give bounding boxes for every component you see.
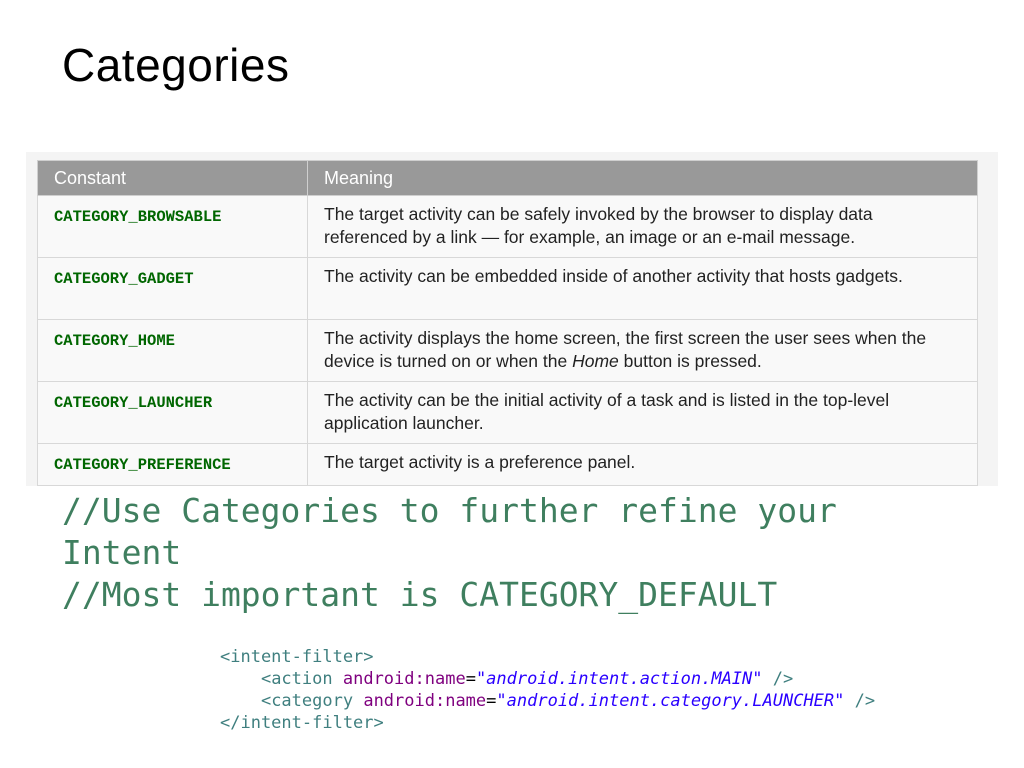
code-line: <category android:name="android.intent.c… [220, 690, 875, 712]
meaning-cell: The target activity can be safely invoke… [307, 195, 978, 258]
intent-filter-code: <intent-filter> <action android:name="an… [220, 646, 875, 734]
table-row: CATEGORY_LAUNCHER The activity can be th… [37, 381, 978, 444]
constant-cell: CATEGORY_PREFERENCE [37, 443, 308, 486]
table-row: CATEGORY_PREFERENCE The target activity … [37, 443, 978, 486]
xml-tag: /> [854, 691, 876, 711]
xml-tag: <intent-filter> [220, 647, 374, 667]
xml-value: "android.intent.category.LAUNCHER" [496, 691, 845, 711]
code-line: <action android:name="android.intent.act… [220, 668, 875, 690]
xml-tag: <category [260, 691, 354, 711]
table-header-row: Constant Meaning [37, 160, 978, 196]
meaning-cell: The target activity is a preference pane… [307, 443, 978, 486]
xml-attribute: android:name [363, 691, 487, 711]
header-constant: Constant [37, 160, 308, 196]
table-row: CATEGORY_GADGET The activity can be embe… [37, 257, 978, 320]
meaning-cell: The activity can be the initial activity… [307, 381, 978, 444]
header-meaning: Meaning [307, 160, 978, 196]
home-emphasis: Home [572, 351, 619, 371]
slide: Categories Constant Meaning CATEGORY_BRO… [0, 0, 1024, 768]
xml-equals: = [465, 669, 476, 689]
table-row: CATEGORY_HOME The activity displays the … [37, 319, 978, 382]
xml-tag: <action [260, 669, 333, 689]
xml-value: "android.intent.action.MAIN" [475, 669, 763, 689]
slide-title: Categories [62, 39, 290, 91]
category-table-image: Constant Meaning CATEGORY_BROWSABLE The … [26, 152, 998, 486]
comment-line: //Use Categories to further refine your … [62, 491, 857, 572]
code-line: <intent-filter> [220, 646, 875, 668]
constant-cell: CATEGORY_BROWSABLE [37, 195, 308, 258]
code-line: </intent-filter> [220, 712, 875, 734]
constant-cell: CATEGORY_LAUNCHER [37, 381, 308, 444]
code-comments: //Use Categories to further refine your … [62, 490, 962, 616]
constant-cell: CATEGORY_HOME [37, 319, 308, 382]
meaning-text: button is pressed. [618, 351, 762, 371]
constant-cell: CATEGORY_GADGET [37, 257, 308, 320]
meaning-cell: The activity can be embedded inside of a… [307, 257, 978, 320]
comment-line: //Most important is CATEGORY_DEFAULT [62, 575, 778, 614]
xml-tag: /> [772, 669, 794, 689]
xml-attribute: android:name [342, 669, 466, 689]
table-row: CATEGORY_BROWSABLE The target activity c… [37, 195, 978, 258]
meaning-cell: The activity displays the home screen, t… [307, 319, 978, 382]
xml-equals: = [486, 691, 497, 711]
xml-tag: </intent-filter> [220, 713, 384, 733]
category-table: Constant Meaning CATEGORY_BROWSABLE The … [37, 160, 978, 486]
